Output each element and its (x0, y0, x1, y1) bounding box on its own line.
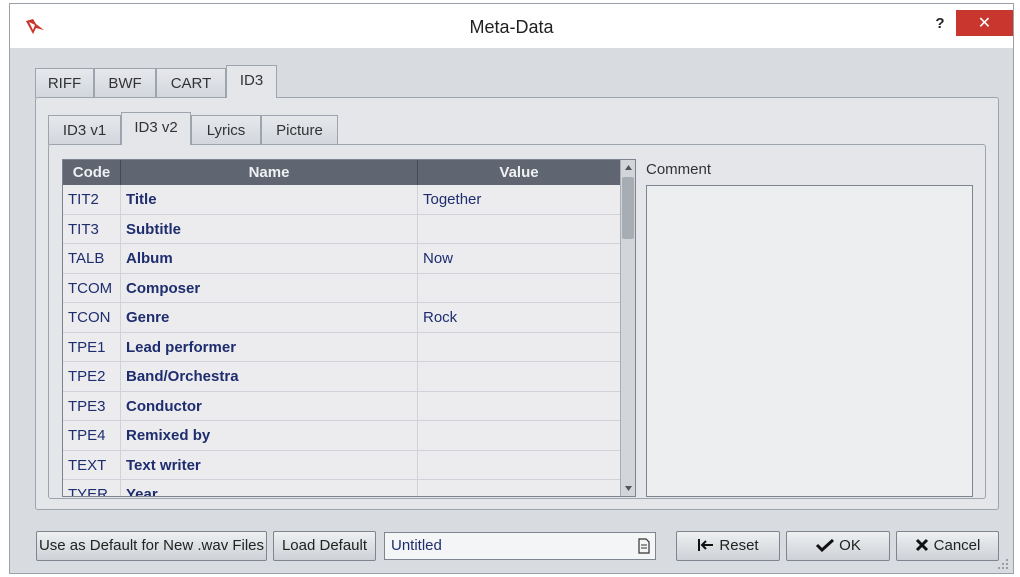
cell-name: Year (121, 480, 418, 496)
help-button[interactable]: ? (928, 13, 952, 37)
cell-code: TCON (63, 303, 121, 332)
cell-name: Genre (121, 303, 418, 332)
table-row[interactable]: TPE2 Band/Orchestra (63, 362, 620, 392)
cell-code: TYER (63, 480, 121, 496)
cell-code: TPE3 (63, 391, 121, 421)
table-row[interactable]: TPE4 Remixed by (63, 421, 620, 451)
reset-button[interactable]: Reset (676, 531, 780, 561)
cell-name: Text writer (121, 450, 418, 480)
scroll-up-arrow-icon[interactable] (621, 160, 636, 176)
reset-label: Reset (719, 537, 759, 554)
ok-button[interactable]: OK (786, 531, 890, 561)
cancel-label: Cancel (933, 537, 981, 554)
cell-value[interactable] (418, 215, 620, 244)
cell-name: Lead performer (121, 332, 418, 362)
table-row[interactable]: TEXT Text writer (63, 450, 620, 480)
window-title: Meta-Data (469, 17, 554, 37)
cell-name: Album (121, 244, 418, 273)
cell-value[interactable] (418, 421, 620, 450)
cell-name: Title (121, 185, 418, 214)
column-header-name[interactable]: Name (121, 160, 418, 185)
cell-code: TEXT (63, 450, 121, 480)
cell-code: TPE1 (63, 332, 121, 362)
cell-code: TCOM (63, 273, 121, 303)
cell-name: Subtitle (121, 214, 418, 244)
tab-id3[interactable]: ID3 (226, 65, 277, 98)
table-row[interactable]: TPE1 Lead performer (63, 332, 620, 362)
use-as-default-button[interactable]: Use as Default for New .wav Files (36, 531, 267, 561)
tab-id3-v1[interactable]: ID3 v1 (48, 115, 121, 145)
preset-name-value: Untitled (391, 537, 442, 554)
cell-name: Band/Orchestra (121, 362, 418, 391)
tab-picture[interactable]: Picture (261, 115, 338, 145)
table-row[interactable]: TALB Album Now (63, 244, 620, 274)
table-row[interactable]: TPE3 Conductor (63, 391, 620, 421)
scroll-thumb[interactable] (622, 177, 634, 239)
comment-textarea[interactable] (646, 185, 973, 497)
cell-value[interactable]: Together (418, 185, 620, 214)
preset-name-field[interactable]: Untitled (384, 532, 656, 560)
cell-code: TPE4 (63, 421, 121, 450)
load-default-button[interactable]: Load Default (273, 531, 376, 561)
resize-grip-icon[interactable] (997, 558, 1009, 570)
cell-code: TPE2 (63, 362, 121, 391)
cell-value[interactable] (418, 392, 620, 421)
id3-frames-table: Code Name Value TIT2 Title Together TIT3… (62, 159, 636, 497)
cell-value[interactable]: Now (418, 244, 620, 273)
cell-value[interactable] (418, 451, 620, 480)
table-row[interactable]: TCOM Composer (63, 273, 620, 303)
close-button[interactable]: ✕ (956, 10, 1013, 36)
scroll-down-arrow-icon[interactable] (621, 480, 636, 496)
ok-label: OK (839, 537, 861, 554)
tab-riff[interactable]: RIFF (35, 68, 94, 98)
meta-data-dialog: Meta-Data ? ✕ RIFF BWF CART ID3 ID3 v1 I… (9, 3, 1014, 574)
column-header-code[interactable]: Code (63, 160, 121, 185)
table-row[interactable]: TIT3 Subtitle (63, 214, 620, 244)
cancel-button[interactable]: Cancel (896, 531, 999, 561)
cell-value[interactable]: Rock (418, 303, 620, 332)
reset-arrow-icon (698, 539, 714, 551)
tab-cart[interactable]: CART (156, 68, 226, 98)
cell-code: TALB (63, 244, 121, 273)
comment-label: Comment (646, 161, 712, 178)
checkmark-icon (816, 538, 835, 553)
cell-value[interactable] (418, 480, 620, 496)
table-scrollbar[interactable] (620, 160, 636, 496)
table-row[interactable]: TIT2 Title Together (63, 185, 620, 215)
table-row[interactable]: TYER Year (63, 480, 620, 496)
tab-bwf[interactable]: BWF (94, 68, 156, 98)
tab-lyrics[interactable]: Lyrics (191, 115, 261, 145)
table-header: Code Name Value (63, 160, 620, 185)
cell-code: TIT3 (63, 214, 121, 244)
column-header-value[interactable]: Value (418, 160, 620, 185)
cell-value[interactable] (418, 333, 620, 362)
tab-id3-v2[interactable]: ID3 v2 (121, 112, 191, 145)
document-icon[interactable] (637, 538, 651, 554)
cell-code: TIT2 (63, 185, 121, 214)
cell-name: Composer (121, 273, 418, 303)
cell-name: Remixed by (121, 421, 418, 450)
cell-name: Conductor (121, 391, 418, 421)
cross-icon (915, 538, 928, 552)
title-bar: Meta-Data ? ✕ (10, 4, 1013, 48)
cell-value[interactable] (418, 274, 620, 303)
table-row[interactable]: TCON Genre Rock (63, 303, 620, 333)
cell-value[interactable] (418, 362, 620, 391)
